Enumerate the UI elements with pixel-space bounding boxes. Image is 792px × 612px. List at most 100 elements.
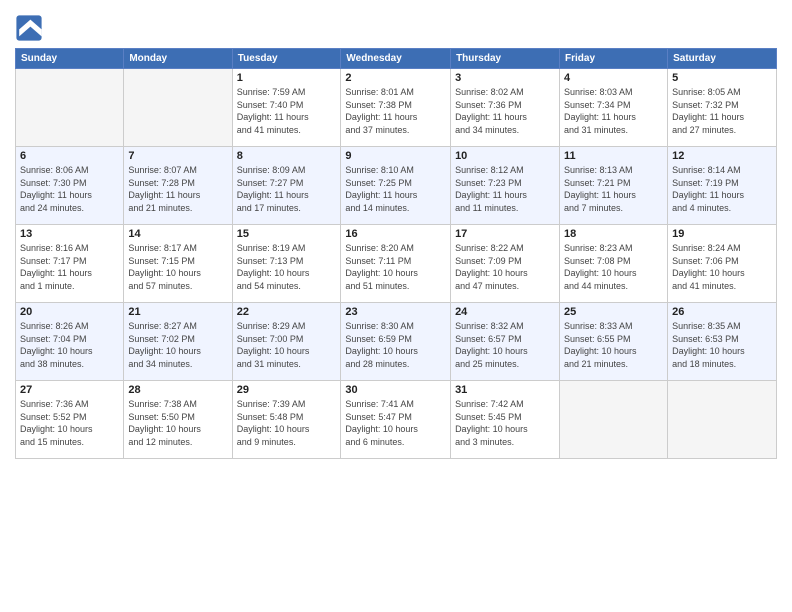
- week-row-4: 20 Sunrise: 8:26 AM Sunset: 7:04 PM Dayli…: [16, 303, 777, 381]
- calendar-cell: 16 Sunrise: 8:20 AM Sunset: 7:11 PM Dayli…: [341, 225, 451, 303]
- week-row-5: 27 Sunrise: 7:36 AM Sunset: 5:52 PM Dayli…: [16, 381, 777, 459]
- calendar-cell: 25 Sunrise: 8:33 AM Sunset: 6:55 PM Dayli…: [560, 303, 668, 381]
- day-number: 24: [455, 306, 555, 318]
- day-info: Sunrise: 8:24 AM Sunset: 7:06 PM Dayligh…: [672, 242, 772, 292]
- week-row-2: 6Sunrise: 8:06 AM Sunset: 7:30 PM Daylig…: [16, 147, 777, 225]
- day-info: Sunrise: 8:14 AM Sunset: 7:19 PM Dayligh…: [672, 164, 772, 214]
- calendar-cell: 3 Sunrise: 8:02 AM Sunset: 7:36 PM Daylig…: [451, 69, 560, 147]
- calendar-cell: 22 Sunrise: 8:29 AM Sunset: 7:00 PM Dayli…: [232, 303, 341, 381]
- day-info: Sunrise: 7:42 AM Sunset: 5:45 PM Dayligh…: [455, 398, 555, 448]
- calendar-cell: 9 Sunrise: 8:10 AM Sunset: 7:25 PM Daylig…: [341, 147, 451, 225]
- calendar-cell: 26 Sunrise: 8:35 AM Sunset: 6:53 PM Dayli…: [668, 303, 777, 381]
- calendar-cell: 11 Sunrise: 8:13 AM Sunset: 7:21 PM Dayli…: [560, 147, 668, 225]
- calendar-cell: 29 Sunrise: 7:39 AM Sunset: 5:48 PM Dayli…: [232, 381, 341, 459]
- day-info: Sunrise: 8:09 AM Sunset: 7:27 PM Dayligh…: [237, 164, 337, 214]
- day-number: 4: [564, 72, 663, 84]
- calendar-cell: 6Sunrise: 8:06 AM Sunset: 7:30 PM Daylig…: [16, 147, 124, 225]
- day-info: Sunrise: 7:38 AM Sunset: 5:50 PM Dayligh…: [128, 398, 227, 448]
- day-info: Sunrise: 8:22 AM Sunset: 7:09 PM Dayligh…: [455, 242, 555, 292]
- day-number: 8: [237, 150, 337, 162]
- calendar-cell: 19 Sunrise: 8:24 AM Sunset: 7:06 PM Dayli…: [668, 225, 777, 303]
- calendar-cell: 17 Sunrise: 8:22 AM Sunset: 7:09 PM Dayli…: [451, 225, 560, 303]
- header: [15, 10, 777, 42]
- calendar-cell: 27 Sunrise: 7:36 AM Sunset: 5:52 PM Dayli…: [16, 381, 124, 459]
- day-number: 22: [237, 306, 337, 318]
- calendar-cell: [16, 69, 124, 147]
- day-number: 26: [672, 306, 772, 318]
- day-number: 2: [345, 72, 446, 84]
- day-info: Sunrise: 8:03 AM Sunset: 7:34 PM Dayligh…: [564, 86, 663, 136]
- calendar-cell: [668, 381, 777, 459]
- week-row-3: 13 Sunrise: 8:16 AM Sunset: 7:17 PM Dayli…: [16, 225, 777, 303]
- day-number: 9: [345, 150, 446, 162]
- day-number: 14: [128, 228, 227, 240]
- calendar-cell: 24 Sunrise: 8:32 AM Sunset: 6:57 PM Dayli…: [451, 303, 560, 381]
- weekday-header-monday: Monday: [124, 49, 232, 69]
- weekday-header-saturday: Saturday: [668, 49, 777, 69]
- logo: [15, 14, 46, 42]
- calendar-cell: 7Sunrise: 8:07 AM Sunset: 7:28 PM Daylig…: [124, 147, 232, 225]
- calendar-cell: 23Sunrise: 8:30 AM Sunset: 6:59 PM Dayli…: [341, 303, 451, 381]
- day-number: 10: [455, 150, 555, 162]
- day-number: 15: [237, 228, 337, 240]
- day-info: Sunrise: 8:23 AM Sunset: 7:08 PM Dayligh…: [564, 242, 663, 292]
- day-info: Sunrise: 8:20 AM Sunset: 7:11 PM Dayligh…: [345, 242, 446, 292]
- day-info: Sunrise: 8:13 AM Sunset: 7:21 PM Dayligh…: [564, 164, 663, 214]
- day-info: Sunrise: 8:10 AM Sunset: 7:25 PM Dayligh…: [345, 164, 446, 214]
- day-number: 16: [345, 228, 446, 240]
- day-number: 13: [20, 228, 119, 240]
- day-info: Sunrise: 8:35 AM Sunset: 6:53 PM Dayligh…: [672, 320, 772, 370]
- calendar-cell: 12 Sunrise: 8:14 AM Sunset: 7:19 PM Dayli…: [668, 147, 777, 225]
- day-number: 30: [345, 384, 446, 396]
- calendar-cell: 15 Sunrise: 8:19 AM Sunset: 7:13 PM Dayli…: [232, 225, 341, 303]
- calendar-cell: 13 Sunrise: 8:16 AM Sunset: 7:17 PM Dayli…: [16, 225, 124, 303]
- day-number: 3: [455, 72, 555, 84]
- day-info: Sunrise: 8:32 AM Sunset: 6:57 PM Dayligh…: [455, 320, 555, 370]
- day-number: 28: [128, 384, 227, 396]
- calendar-cell: 5Sunrise: 8:05 AM Sunset: 7:32 PM Daylig…: [668, 69, 777, 147]
- day-info: Sunrise: 8:26 AM Sunset: 7:04 PM Dayligh…: [20, 320, 119, 370]
- day-number: 21: [128, 306, 227, 318]
- day-number: 19: [672, 228, 772, 240]
- calendar-container: SundayMondayTuesdayWednesdayThursdayFrid…: [0, 0, 792, 464]
- day-info: Sunrise: 8:02 AM Sunset: 7:36 PM Dayligh…: [455, 86, 555, 136]
- weekday-header-wednesday: Wednesday: [341, 49, 451, 69]
- day-info: Sunrise: 8:07 AM Sunset: 7:28 PM Dayligh…: [128, 164, 227, 214]
- weekday-header-friday: Friday: [560, 49, 668, 69]
- calendar-cell: 1 Sunrise: 7:59 AM Sunset: 7:40 PM Daylig…: [232, 69, 341, 147]
- calendar-cell: 18Sunrise: 8:23 AM Sunset: 7:08 PM Dayli…: [560, 225, 668, 303]
- day-number: 1: [237, 72, 337, 84]
- day-info: Sunrise: 8:12 AM Sunset: 7:23 PM Dayligh…: [455, 164, 555, 214]
- day-info: Sunrise: 8:16 AM Sunset: 7:17 PM Dayligh…: [20, 242, 119, 292]
- day-info: Sunrise: 7:39 AM Sunset: 5:48 PM Dayligh…: [237, 398, 337, 448]
- day-number: 11: [564, 150, 663, 162]
- weekday-header-thursday: Thursday: [451, 49, 560, 69]
- calendar-cell: 2 Sunrise: 8:01 AM Sunset: 7:38 PM Daylig…: [341, 69, 451, 147]
- day-info: Sunrise: 8:29 AM Sunset: 7:00 PM Dayligh…: [237, 320, 337, 370]
- day-info: Sunrise: 7:59 AM Sunset: 7:40 PM Dayligh…: [237, 86, 337, 136]
- calendar-table: SundayMondayTuesdayWednesdayThursdayFrid…: [15, 48, 777, 459]
- day-number: 27: [20, 384, 119, 396]
- day-number: 29: [237, 384, 337, 396]
- day-info: Sunrise: 8:17 AM Sunset: 7:15 PM Dayligh…: [128, 242, 227, 292]
- weekday-header-tuesday: Tuesday: [232, 49, 341, 69]
- day-info: Sunrise: 8:27 AM Sunset: 7:02 PM Dayligh…: [128, 320, 227, 370]
- calendar-cell: 8 Sunrise: 8:09 AM Sunset: 7:27 PM Daylig…: [232, 147, 341, 225]
- weekday-header-row: SundayMondayTuesdayWednesdayThursdayFrid…: [16, 49, 777, 69]
- day-number: 17: [455, 228, 555, 240]
- calendar-cell: [560, 381, 668, 459]
- day-info: Sunrise: 8:19 AM Sunset: 7:13 PM Dayligh…: [237, 242, 337, 292]
- calendar-cell: 31Sunrise: 7:42 AM Sunset: 5:45 PM Dayli…: [451, 381, 560, 459]
- day-number: 25: [564, 306, 663, 318]
- day-info: Sunrise: 8:30 AM Sunset: 6:59 PM Dayligh…: [345, 320, 446, 370]
- day-number: 6: [20, 150, 119, 162]
- calendar-cell: 21 Sunrise: 8:27 AM Sunset: 7:02 PM Dayli…: [124, 303, 232, 381]
- day-number: 12: [672, 150, 772, 162]
- day-info: Sunrise: 7:36 AM Sunset: 5:52 PM Dayligh…: [20, 398, 119, 448]
- calendar-cell: 28 Sunrise: 7:38 AM Sunset: 5:50 PM Dayli…: [124, 381, 232, 459]
- day-number: 20: [20, 306, 119, 318]
- day-info: Sunrise: 7:41 AM Sunset: 5:47 PM Dayligh…: [345, 398, 446, 448]
- calendar-cell: 14 Sunrise: 8:17 AM Sunset: 7:15 PM Dayli…: [124, 225, 232, 303]
- day-info: Sunrise: 8:33 AM Sunset: 6:55 PM Dayligh…: [564, 320, 663, 370]
- day-info: Sunrise: 8:01 AM Sunset: 7:38 PM Dayligh…: [345, 86, 446, 136]
